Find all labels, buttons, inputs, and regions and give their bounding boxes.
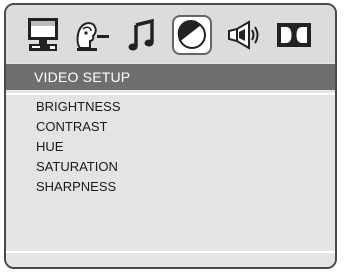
speaker-icon — [228, 20, 259, 50]
tab-language-setup[interactable] — [73, 15, 113, 55]
option-sharpness[interactable]: SHARPNESS — [36, 177, 116, 197]
setup-tab-bar — [6, 5, 335, 63]
menu-footer — [6, 253, 335, 267]
menu-title: VIDEO SETUP — [6, 64, 335, 90]
option-saturation[interactable]: SATURATION — [36, 157, 118, 177]
music-note-icon — [128, 18, 154, 51]
tab-video-setup[interactable] — [172, 15, 212, 55]
tab-dolby-digital[interactable] — [274, 15, 314, 55]
tab-system-setup[interactable] — [23, 15, 63, 55]
video-setup-options: BRIGHTNESS CONTRAST HUE SATURATION SHARP… — [6, 93, 335, 253]
option-brightness[interactable]: BRIGHTNESS — [36, 97, 121, 117]
setup-menu-window: VIDEO SETUP BRIGHTNESS CONTRAST HUE SATU… — [4, 3, 337, 269]
tab-audio-setup[interactable] — [123, 15, 163, 55]
option-contrast[interactable]: CONTRAST — [36, 117, 108, 137]
tab-speaker-setup[interactable] — [223, 15, 263, 55]
system-setup-icon — [28, 18, 58, 51]
language-setup-icon — [76, 22, 109, 51]
video-setup-icon — [177, 19, 206, 49]
dolby-digital-icon — [277, 23, 311, 47]
option-hue[interactable]: HUE — [36, 137, 63, 157]
